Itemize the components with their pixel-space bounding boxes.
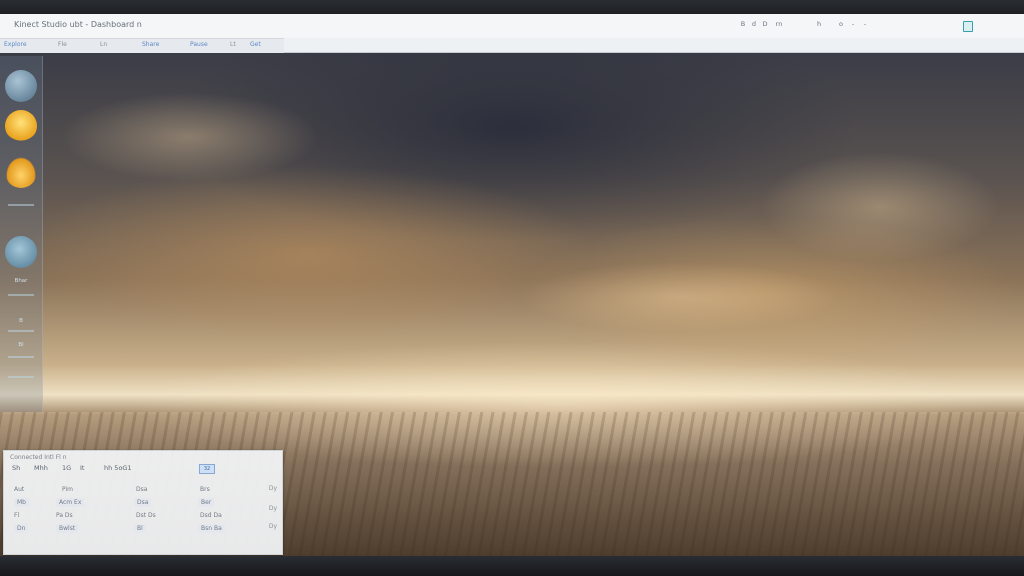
panel-tool[interactable]: It [80,463,84,473]
table-cell[interactable]: Bl [134,524,146,533]
dock-separator [8,330,34,332]
connected-panel: Connected Intl Fl n Sh Mhh 1G It hh 5oG1… [3,450,283,555]
monitor-bezel-top [0,0,1024,14]
table-cell: Dst Ds [136,512,156,519]
toolbar-file[interactable]: Fle [58,40,67,50]
dock-separator [8,356,34,358]
toolbar-explore[interactable]: Explore [4,40,27,50]
panel-tool[interactable]: Sh [12,463,20,473]
side-button[interactable]: Dy [266,485,280,495]
toolbar-row: Explore Fle Ln Share Pause Lt Get [0,38,284,53]
dock-label: Bhar [14,278,28,284]
toolbar-get[interactable]: Get [250,40,261,50]
monitor-bezel-bottom [0,556,1024,576]
side-button[interactable]: Dy [266,523,280,533]
table-cell[interactable]: Ber [198,498,215,507]
title-btn[interactable]: d [749,19,759,30]
window-title: Kinect Studio ubt - Dashboard n [14,20,142,29]
toolbar-ln[interactable]: Ln [100,40,107,50]
table-cell[interactable]: Dn [14,524,29,533]
title-btn[interactable]: B [738,19,748,30]
table-cell[interactable]: Bwlst [56,524,79,533]
title-btn[interactable]: h [814,19,824,30]
title-btn[interactable]: o [836,19,846,30]
title-btn[interactable]: D [760,19,770,30]
table-cell: Fl [14,512,20,519]
globe-icon[interactable] [5,70,37,102]
cloud-glow [520,262,840,332]
dock-separator [8,376,34,378]
table-cell: Dsa [136,486,148,493]
title-controls: B d D rn h o - - [738,19,978,33]
title-btn[interactable]: - [860,19,870,30]
left-dock: Bhar B Bl [0,56,43,412]
table-cell[interactable]: Acm Ex [56,498,85,507]
toolbar-share[interactable]: Share [142,40,159,50]
window-restore-icon[interactable] [963,21,973,32]
sun-icon[interactable] [5,110,37,142]
panel-title: Connected Intl Fl n [10,454,67,461]
title-row: Kinect Studio ubt - Dashboard n B d D rn… [0,14,1024,38]
table-cell[interactable]: Dsa [134,498,152,507]
table-cell: Pa Ds [56,512,73,519]
table-cell: Pim [62,486,73,493]
table-cell[interactable]: Bsn Ba [198,524,225,533]
panel-tool[interactable]: 1G [62,463,71,473]
table-cell: Dsd Da [200,512,222,519]
panel-tool[interactable]: Mhh [34,463,48,473]
cloud-glow [760,152,1000,262]
panel-badge: 32 [199,464,215,474]
cloud-glow [60,92,320,182]
toolbar-pause[interactable]: Pause [190,40,208,50]
toolbar-lt[interactable]: Lt [230,40,236,50]
title-btn[interactable]: rn [772,19,786,30]
weather-icon[interactable] [5,236,37,268]
table-cell[interactable]: Mb [14,498,29,507]
table-cell: Aut [14,486,25,493]
table-cell: Brs [200,486,210,493]
dock-separator [8,204,34,206]
side-button[interactable]: Dy [266,505,280,515]
app-window-titlebar: Kinect Studio ubt - Dashboard n B d D rn… [0,14,1024,53]
cloud-sun-icon[interactable] [5,156,37,188]
dock-label: B [19,318,23,324]
dock-label: Bl [18,342,24,348]
title-btn[interactable]: - [848,19,858,30]
desktop-screen: Kinect Studio ubt - Dashboard n B d D rn… [0,0,1024,576]
panel-tool[interactable]: hh 5oG1 [104,463,132,473]
dock-separator [8,294,34,296]
